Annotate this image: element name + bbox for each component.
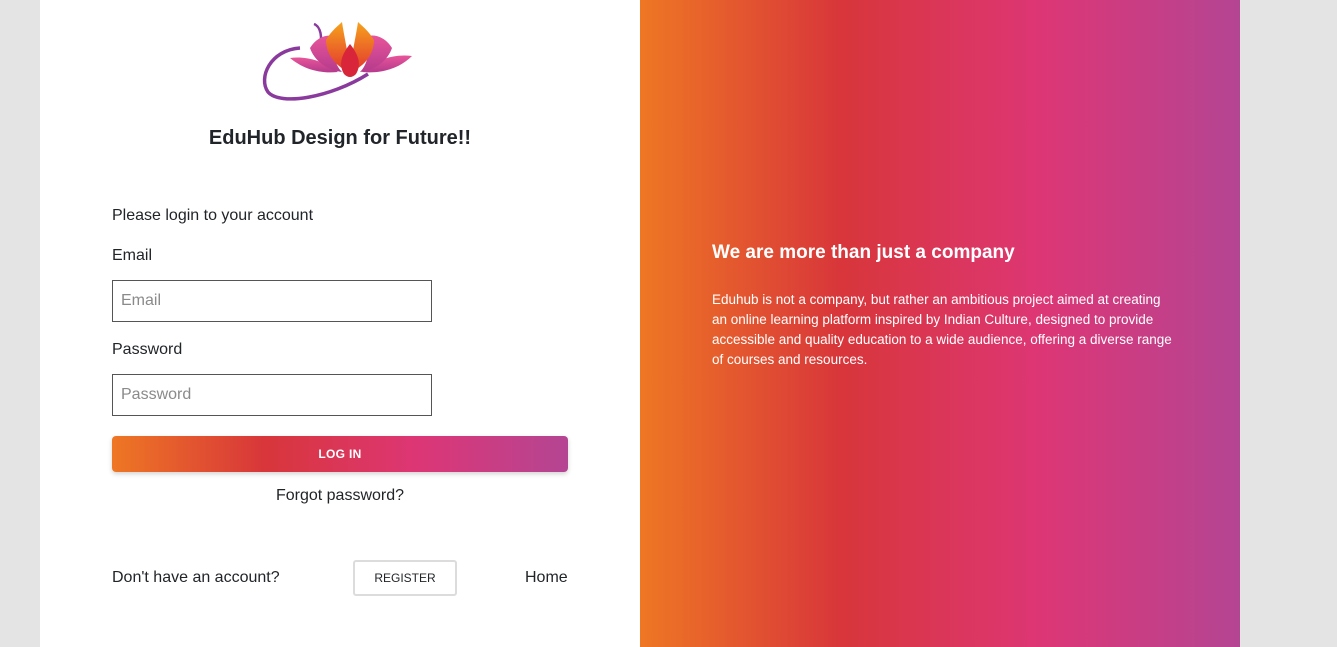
info-text: Eduhub is not a company, but rather an a… bbox=[712, 292, 1172, 367]
login-button[interactable]: LOG IN bbox=[112, 436, 568, 472]
email-field[interactable] bbox=[112, 280, 432, 322]
login-card: EduHub Design for Future!! Please login … bbox=[40, 0, 1240, 647]
no-account-text: Don't have an account? bbox=[112, 569, 280, 586]
info-heading: We are more than just a company bbox=[712, 242, 1015, 263]
brand-title: EduHub Design for Future!! bbox=[208, 127, 472, 149]
password-label: Password bbox=[112, 341, 183, 358]
login-subtitle: Please login to your account bbox=[112, 207, 314, 224]
email-label: Email bbox=[112, 247, 153, 264]
password-field[interactable] bbox=[112, 374, 432, 416]
register-button[interactable]: REGISTER bbox=[353, 560, 457, 596]
home-link[interactable]: Home bbox=[525, 569, 568, 587]
lotus-logo-icon bbox=[262, 22, 412, 101]
login-panel: EduHub Design for Future!! Please login … bbox=[40, 0, 640, 647]
info-panel: We are more than just a company Eduhub i… bbox=[640, 0, 1240, 647]
forgot-password-link[interactable]: Forgot password? bbox=[112, 487, 568, 505]
